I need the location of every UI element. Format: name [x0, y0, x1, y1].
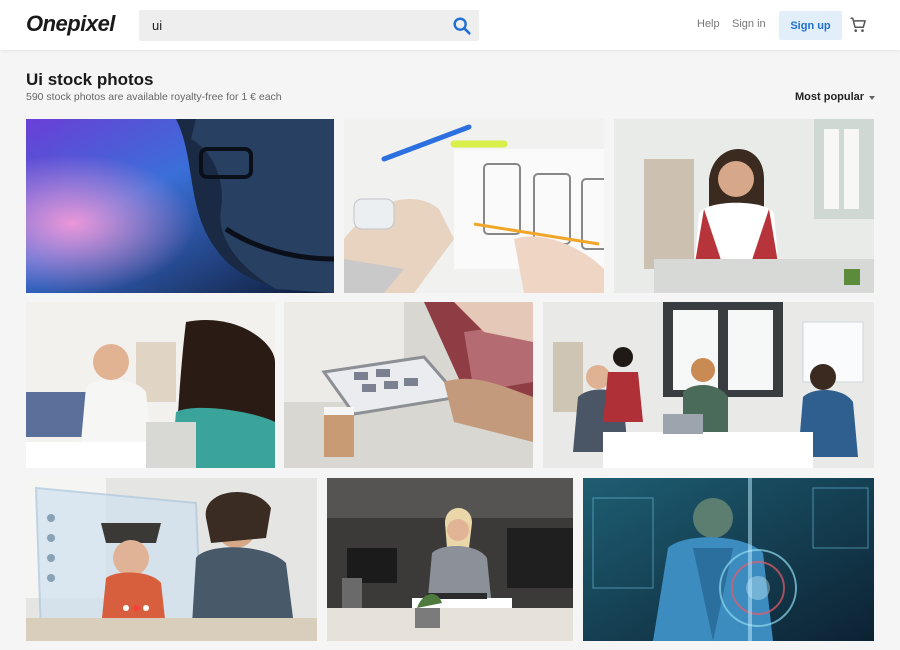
photo-video-call-glass-screen[interactable]: [26, 478, 317, 641]
sort-label: Most popular: [795, 91, 865, 103]
search-input[interactable]: [139, 10, 439, 41]
photo-man-glasses-headset[interactable]: [26, 119, 334, 293]
help-link[interactable]: Help: [697, 18, 720, 30]
search-bar: [139, 10, 479, 41]
search-icon[interactable]: [451, 15, 473, 37]
logo[interactable]: Onepixel: [26, 11, 115, 37]
photo-tablet-ui-hands[interactable]: [284, 302, 533, 468]
photo-woman-computer-night[interactable]: [327, 478, 573, 641]
top-bar: Onepixel Help Sign in Sign up: [0, 0, 900, 50]
photo-team-office-meeting[interactable]: [543, 302, 874, 468]
photo-hands-ui-sketch[interactable]: [344, 119, 604, 293]
sign-in-link[interactable]: Sign in: [732, 18, 766, 30]
sign-up-button[interactable]: Sign up: [779, 11, 842, 40]
photo-smiling-woman-office[interactable]: [614, 119, 874, 293]
results-summary: 590 stock photos are available royalty-f…: [26, 91, 282, 103]
cart-icon[interactable]: [849, 16, 867, 34]
sort-dropdown[interactable]: Most popular: [795, 91, 876, 103]
page-title: Ui stock photos: [26, 70, 154, 89]
photo-man-laptop-smiling[interactable]: [26, 302, 275, 468]
caret-down-icon: [869, 95, 876, 100]
photo-doctor-hologram[interactable]: [583, 478, 874, 641]
